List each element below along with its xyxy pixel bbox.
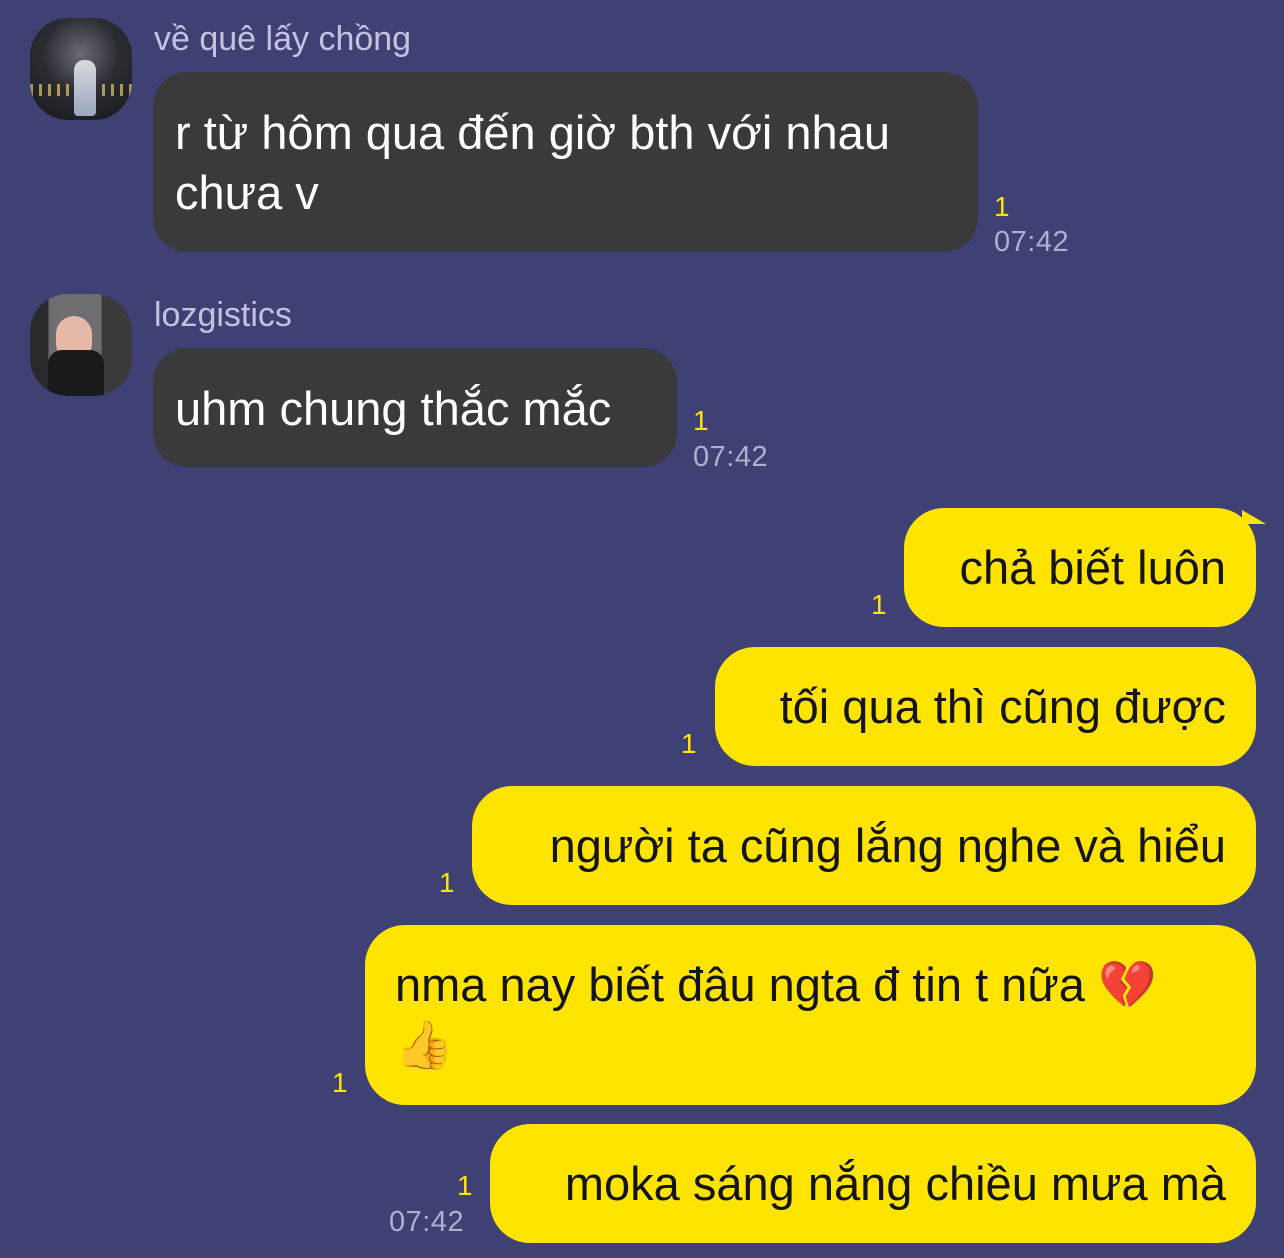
unread-count: 1 (332, 1067, 348, 1098)
message-text-line: r từ hôm qua đến giờ bth với nhau (175, 106, 890, 159)
message-text-line: tối qua thì cũng được (779, 680, 1226, 733)
chat-screen: về quê lấy chồng r từ hôm qua đến giờ bt… (0, 0, 1284, 1258)
message-timestamp: 07:42 (994, 226, 1070, 258)
avatar[interactable] (30, 18, 132, 120)
outgoing-message-bubble[interactable]: tối qua thì cũng được (715, 647, 1256, 766)
incoming-message-bubble[interactable]: uhm chung thắc mắc (153, 348, 677, 467)
incoming-message-bubble[interactable]: r từ hôm qua đến giờ bth với nhau chưa v (153, 72, 978, 252)
message-text-line: 👍 (395, 1018, 454, 1071)
message-text-line: chưa v (175, 166, 319, 219)
outgoing-message-bubble[interactable]: moka sáng nắng chiều mưa mà (490, 1124, 1256, 1243)
sender-name: về quê lấy chồng (154, 20, 412, 58)
unread-count: 1 (681, 728, 697, 759)
message-text-line: người ta cũng lắng nghe và hiểu (549, 819, 1226, 872)
outgoing-message-bubble[interactable]: nma nay biết đâu ngta đ tin t nữa 💔 👍 (365, 925, 1256, 1105)
unread-count: 1 (693, 405, 709, 436)
message-text-line: moka sáng nắng chiều mưa mà (564, 1157, 1226, 1210)
message-text-line: uhm chung thắc mắc (175, 382, 612, 435)
sender-name: lozgistics (154, 296, 292, 334)
message-timestamp: 07:42 (389, 1206, 465, 1238)
outgoing-message-bubble[interactable]: người ta cũng lắng nghe và hiểu (472, 786, 1256, 905)
avatar[interactable] (30, 294, 132, 396)
outgoing-message-bubble[interactable]: chả biết luôn (904, 508, 1256, 627)
message-text-line: nma nay biết đâu ngta đ tin t nữa 💔 (395, 958, 1157, 1011)
unread-count: 1 (457, 1170, 473, 1201)
message-timestamp: 07:42 (693, 441, 769, 473)
unread-count: 1 (439, 867, 455, 898)
bubble-tail (1242, 510, 1280, 524)
unread-count: 1 (871, 589, 887, 620)
unread-count: 1 (994, 191, 1010, 222)
message-text-line: chả biết luôn (959, 541, 1226, 594)
